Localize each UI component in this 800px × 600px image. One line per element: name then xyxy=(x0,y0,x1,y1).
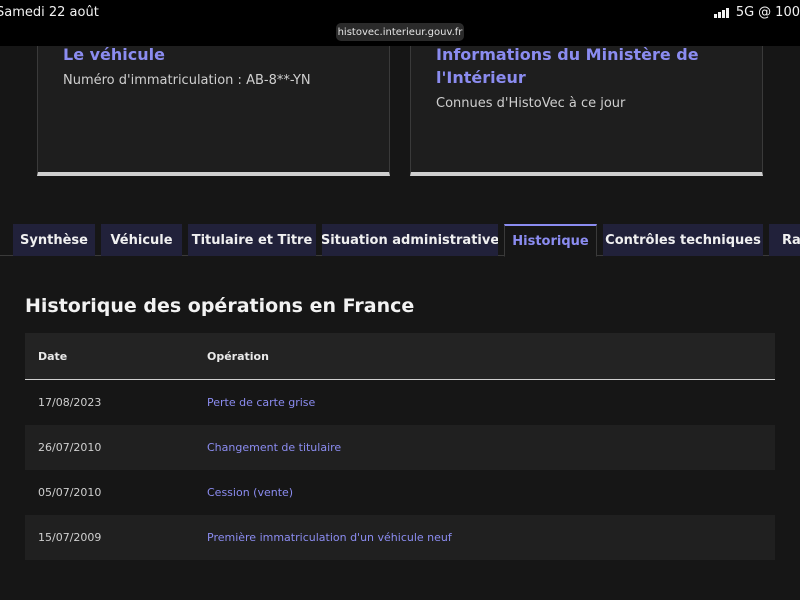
tab-rapport[interactable]: Rapport xyxy=(769,224,800,256)
tab-bar: Synthèse Véhicule Titulaire et Titre Sit… xyxy=(0,224,800,257)
table-header: Date Opération xyxy=(25,333,775,380)
orientation-lock-icon: @ xyxy=(758,5,772,20)
row-date: 05/07/2010 xyxy=(38,486,102,499)
table-row: 17/08/2023 Perte de carte grise xyxy=(25,380,775,425)
tab-vehicule[interactable]: Véhicule xyxy=(101,224,182,256)
tab-historique[interactable]: Historique xyxy=(504,224,597,257)
status-time: Samedi 22 août xyxy=(0,5,99,20)
row-operation: Perte de carte grise xyxy=(207,396,316,409)
row-operation: Première immatriculation d'un véhicule n… xyxy=(207,531,452,544)
tab-controles-techniques[interactable]: Contrôles techniques xyxy=(603,224,763,256)
address-bar[interactable]: histovec.interieur.gouv.fr xyxy=(336,23,464,41)
info-cards: Le véhicule Numéro d'immatriculation : A… xyxy=(0,45,800,224)
url-text: histovec.interieur.gouv.fr xyxy=(337,26,463,38)
row-date: 15/07/2009 xyxy=(38,531,102,544)
network-label: 5G xyxy=(735,5,755,20)
row-operation: Changement de titulaire xyxy=(207,441,342,454)
tab-synthese[interactable]: Synthèse xyxy=(13,224,95,256)
ios-status-bar: Samedi 22 août 5G @ 100 histovec.interie… xyxy=(0,0,800,46)
table-row: 05/07/2010 Cession (vente) xyxy=(25,470,775,515)
history-panel: Historique des opérations en France Date… xyxy=(0,257,800,600)
tab-situation-administrative[interactable]: Situation administrative xyxy=(322,224,498,256)
vehicle-card-title: Le véhicule xyxy=(63,45,165,64)
battery-label: 100 xyxy=(775,5,800,20)
row-date: 26/07/2010 xyxy=(38,441,102,454)
column-header-date: Date xyxy=(38,349,68,363)
ministry-card-title: Informations du Ministère de l'Intérieur xyxy=(436,45,699,87)
history-table: Date Opération 17/08/2023 Perte de carte… xyxy=(25,333,775,560)
column-header-operation: Opération xyxy=(207,349,269,363)
vehicle-card: Le véhicule Numéro d'immatriculation : A… xyxy=(37,45,390,176)
table-row: 15/07/2009 Première immatriculation d'un… xyxy=(25,515,775,560)
registration-number: Numéro d'immatriculation : AB-8**-YN xyxy=(63,73,311,88)
status-indicators: 5G @ 100 xyxy=(713,5,800,20)
table-row: 26/07/2010 Changement de titulaire xyxy=(25,425,775,470)
section-title: Historique des opérations en France xyxy=(25,295,415,317)
ministry-card-subtitle: Connues d'HistoVec à ce jour xyxy=(436,96,626,111)
tab-titulaire[interactable]: Titulaire et Titre xyxy=(188,224,316,256)
cellular-signal-icon xyxy=(713,7,729,18)
row-operation: Cession (vente) xyxy=(207,486,294,499)
ministry-card: Informations du Ministère de l'Intérieur… xyxy=(410,45,763,176)
row-date: 17/08/2023 xyxy=(38,396,102,409)
